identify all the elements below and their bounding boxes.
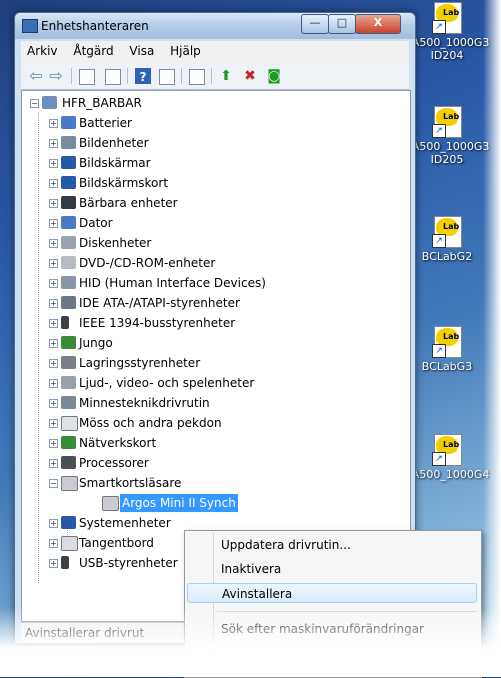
expand-icon[interactable]: + <box>49 359 58 368</box>
network-adapter-icon <box>61 436 76 449</box>
forward-arrow-icon[interactable]: ⇨ <box>47 67 65 85</box>
smartcard-reader-icon <box>61 476 78 491</box>
expand-icon[interactable]: + <box>49 119 58 128</box>
collapse-icon[interactable]: − <box>49 479 58 488</box>
expand-icon[interactable]: + <box>49 259 58 268</box>
help-icon[interactable]: ? <box>135 68 151 84</box>
expand-icon[interactable]: + <box>49 559 58 568</box>
storage-controller-icon <box>61 356 76 369</box>
desktop-icon-label: SA500_1000G4 <box>404 468 490 481</box>
expand-icon[interactable]: + <box>49 319 58 328</box>
window-title: Enhetshanteraren <box>41 19 149 33</box>
expand-icon[interactable]: + <box>49 159 58 168</box>
expand-icon[interactable]: + <box>49 239 58 248</box>
desktop-icon-label: SA500_1000G3 <box>404 140 490 153</box>
memory-icon <box>61 396 76 409</box>
action-pane-icon[interactable] <box>159 69 175 85</box>
scan-hardware-icon[interactable] <box>189 69 205 85</box>
desktop-icon-1[interactable]: Lab ↗ SA500_1000G3 ID204 <box>404 0 490 62</box>
properties-icon[interactable] <box>105 69 121 85</box>
menu-visa[interactable]: Visa <box>123 41 160 58</box>
close-button[interactable]: X <box>355 14 401 34</box>
keyboard-icon <box>61 536 78 551</box>
back-arrow-icon[interactable]: ⇦ <box>27 67 45 85</box>
hid-icon <box>61 276 76 289</box>
expand-icon[interactable]: + <box>49 339 58 348</box>
menu-bar: Arkiv Åtgärd Visa Hjälp <box>21 41 409 64</box>
menu-item-disable[interactable]: Inaktivera <box>221 559 281 579</box>
desktop-icon-label: BCLabG2 <box>421 250 473 263</box>
desktop-icon-label: BCLabG3 <box>421 360 473 373</box>
uninstall-icon[interactable]: ✖ <box>241 67 259 85</box>
desktop-icon-label: SA500_1000G3 <box>404 36 490 49</box>
maximize-button[interactable]: □ <box>328 14 356 34</box>
menu-item-uninstall[interactable]: Avinstallera <box>187 583 477 603</box>
lab-shortcut-icon: Lab ↗ <box>430 0 464 34</box>
menu-item-update-driver[interactable]: Uppdatera drivrutin... <box>221 535 351 555</box>
system-device-icon <box>61 516 76 529</box>
expand-icon[interactable]: + <box>49 199 58 208</box>
ide-controller-icon <box>61 296 76 309</box>
dvd-drive-icon <box>61 256 76 269</box>
jungo-icon <box>61 336 76 349</box>
ieee1394-icon <box>61 316 69 329</box>
usb-icon <box>61 556 69 569</box>
portable-device-icon <box>61 196 76 209</box>
expand-icon[interactable]: + <box>49 379 58 388</box>
collapse-icon[interactable]: − <box>30 99 39 108</box>
torn-edge <box>483 0 501 677</box>
battery-icon <box>61 116 76 129</box>
expand-icon[interactable]: + <box>49 539 58 548</box>
show-hide-console-icon[interactable] <box>79 69 95 85</box>
expand-icon[interactable]: + <box>49 399 58 408</box>
imaging-icon <box>61 136 76 149</box>
menu-hjalp[interactable]: Hjälp <box>164 41 207 58</box>
computer-icon <box>42 96 57 109</box>
expand-icon[interactable]: + <box>49 299 58 308</box>
lab-shortcut-icon: Lab ↗ <box>430 104 464 138</box>
tree-root-label: HFR_BARBAR <box>62 96 142 110</box>
menu-atgard[interactable]: Åtgärd <box>67 41 119 58</box>
menu-item-properties[interactable]: Egenskaper <box>221 651 300 671</box>
desktop-icon-5[interactable]: Lab ↗ SA500_1000G4 <box>404 432 490 481</box>
expand-icon[interactable]: + <box>49 179 58 188</box>
context-menu: Uppdatera drivrutin... Inaktivera Avinst… <box>184 530 482 678</box>
desktop-icon-3[interactable]: Lab ↗ BCLabG2 <box>404 214 490 263</box>
expand-icon[interactable]: + <box>49 139 58 148</box>
computer-icon <box>61 216 76 229</box>
processor-icon <box>61 456 76 469</box>
desktop-icon-label: ID205 <box>430 153 464 166</box>
lab-shortcut-icon: Lab ↗ <box>430 214 464 248</box>
smartcard-reader-icon <box>102 496 119 511</box>
expand-icon[interactable]: + <box>49 279 58 288</box>
device-manager-icon <box>22 19 38 33</box>
disk-drive-icon <box>61 236 76 249</box>
desktop-icon-4[interactable]: Lab ↗ BCLabG3 <box>404 324 490 373</box>
desktop-icon-2[interactable]: Lab ↗ SA500_1000G3 ID205 <box>404 104 490 166</box>
toolbar: ⇦ ⇨ ? ⬆ ✖ ◙ <box>21 63 409 90</box>
expand-icon[interactable]: + <box>49 439 58 448</box>
speaker-icon <box>61 376 76 389</box>
menu-item-scan-hardware[interactable]: Sök efter maskinvaruförändringar <box>221 619 424 639</box>
minimize-button[interactable]: — <box>301 14 329 34</box>
status-text: Avinstallerar drivrut <box>25 626 145 640</box>
expand-icon[interactable]: + <box>49 419 58 428</box>
monitor-icon <box>61 156 76 169</box>
lab-shortcut-icon: Lab ↗ <box>430 324 464 358</box>
menu-arkiv[interactable]: Arkiv <box>21 41 64 58</box>
desktop-icon-label: ID204 <box>430 49 464 62</box>
expand-icon[interactable]: + <box>49 219 58 228</box>
update-driver-icon[interactable]: ⬆ <box>217 67 235 85</box>
expand-icon[interactable]: + <box>49 519 58 528</box>
display-adapter-icon <box>61 176 76 189</box>
enable-device-icon[interactable]: ◙ <box>265 67 283 85</box>
mouse-icon <box>61 416 78 431</box>
title-bar[interactable]: Enhetshanteraren — □ X <box>15 13 415 39</box>
lab-shortcut-icon: Lab ↗ <box>430 432 464 466</box>
expand-icon[interactable]: + <box>49 459 58 468</box>
